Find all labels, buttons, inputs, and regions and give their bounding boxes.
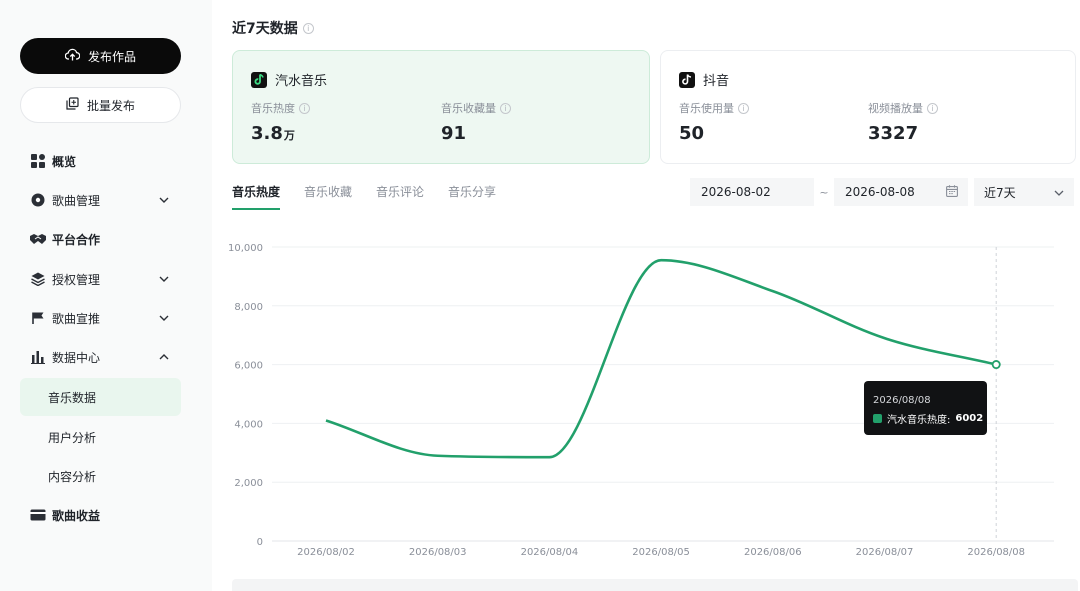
nav-overview[interactable]: 概览 — [20, 143, 181, 179]
card-title: 汽水音乐 — [275, 74, 328, 89]
metric-music-usage: 音乐使用量 i 50 — [679, 100, 749, 144]
douyin-logo-icon — [679, 71, 695, 88]
info-icon[interactable]: i — [500, 102, 511, 114]
card-header: 抖音 — [679, 70, 729, 89]
chart-tooltip: 2026/08/08 汽水音乐热度: 6002 — [864, 381, 987, 435]
cloud-upload-icon — [64, 48, 81, 64]
nav-label: 数据中心 — [52, 350, 101, 365]
nav-platform-cooperation[interactable]: 平台合作 — [20, 221, 181, 257]
end-date-text: 2026-08-08 — [845, 185, 915, 199]
subnav-user-analysis[interactable]: 用户分析 — [20, 418, 181, 456]
y-tick-label: 6,000 — [234, 361, 263, 372]
x-tick-label: 2026/08/03 — [409, 547, 467, 558]
info-icon[interactable]: i — [738, 102, 749, 114]
nav-label: 歌曲宣推 — [52, 311, 101, 326]
nav-license-management[interactable]: 授权管理 — [20, 261, 181, 297]
x-tick-label: 2026/08/06 — [744, 547, 802, 558]
nav-label: 歌曲管理 — [52, 193, 101, 208]
date-separator: ~ — [819, 185, 829, 199]
chevron-down-icon — [1054, 185, 1064, 199]
card-header: 汽水音乐 — [251, 70, 327, 89]
qishui-music-card: 汽水音乐 音乐热度 i 3.8万 音乐收藏量 i 91 — [232, 50, 650, 164]
section-title: 近7天数据 i — [232, 18, 314, 38]
metric-music-favorites: 音乐收藏量 i 91 — [441, 100, 511, 144]
date-range-picker[interactable]: 2026-08-02 ~ 2026-08-08 — [690, 178, 968, 206]
metric-unit: 万 — [283, 129, 295, 142]
tooltip-series-label: 汽水音乐热度: — [887, 415, 951, 426]
sidebar: 发布作品 批量发布 概览 歌曲管理 平台合作 授权管理 歌曲宣推 数据中心 音乐… — [0, 0, 212, 591]
x-tick-label: 2026/08/02 — [297, 547, 355, 558]
nav-song-promotion[interactable]: 歌曲宣推 — [20, 300, 181, 336]
y-tick-label: 10,000 — [228, 243, 263, 254]
x-tick-label: 2026/08/07 — [856, 547, 914, 558]
chevron-down-icon — [157, 272, 171, 286]
douyin-card: 抖音 音乐使用量 i 50 视频播放量 i 3327 — [660, 50, 1076, 164]
batch-label: 批量发布 — [86, 98, 135, 113]
publish-button[interactable]: 发布作品 — [20, 38, 181, 74]
bar-chart-icon — [30, 349, 46, 365]
x-tick-label: 2026/08/08 — [967, 547, 1025, 558]
nav-label: 概览 — [52, 154, 77, 169]
start-date-input[interactable]: 2026-08-02 — [690, 178, 814, 206]
publish-label: 发布作品 — [87, 49, 136, 64]
metric-value: 3.8 — [251, 123, 283, 144]
tab-music-favorites[interactable]: 音乐收藏 — [304, 183, 352, 210]
y-tick-label: 4,000 — [234, 419, 263, 430]
nav-song-revenue[interactable]: 歌曲收益 — [20, 497, 181, 533]
qishui-music-logo-icon — [251, 71, 267, 88]
metric-label: 音乐收藏量 — [441, 102, 496, 115]
disc-icon — [30, 192, 46, 208]
metric-label: 视频播放量 — [868, 102, 923, 115]
info-icon[interactable]: i — [299, 102, 310, 114]
period-select-value: 近7天 — [984, 185, 1016, 200]
nav-data-center[interactable]: 数据中心 — [20, 339, 181, 375]
flag-icon — [30, 310, 46, 326]
tooltip-date: 2026/08/08 — [873, 395, 931, 406]
period-select[interactable]: 近7天 — [974, 178, 1074, 206]
bottom-panel-edge — [232, 579, 1078, 591]
nav-label: 歌曲收益 — [52, 508, 101, 523]
series-swatch — [873, 414, 882, 423]
tab-music-shares[interactable]: 音乐分享 — [448, 183, 496, 210]
main-content: 近7天数据 i 汽水音乐 音乐热度 i 3.8万 音乐收藏量 i 91 抖音 音乐使… — [212, 0, 1080, 591]
tooltip-value: 6002 — [955, 413, 984, 424]
section-title-text: 近7天数据 — [232, 21, 298, 37]
chevron-down-icon — [157, 193, 171, 207]
metric-video-plays: 视频播放量 i 3327 — [868, 100, 938, 144]
x-tick-label: 2026/08/05 — [632, 547, 690, 558]
y-tick-label: 8,000 — [234, 302, 263, 313]
subnav-content-analysis[interactable]: 内容分析 — [20, 457, 181, 495]
chevron-up-icon — [157, 350, 171, 364]
handshake-icon — [30, 231, 46, 247]
metric-value: 3327 — [868, 123, 919, 144]
info-icon[interactable]: i — [302, 22, 314, 34]
batch-publish-button[interactable]: 批量发布 — [20, 87, 181, 123]
y-tick-label: 0 — [257, 537, 263, 548]
metric-value: 91 — [441, 123, 467, 144]
nav-label: 平台合作 — [52, 232, 101, 247]
chevron-down-icon — [157, 311, 171, 325]
layers-icon — [30, 271, 46, 287]
tooltip-row: 汽水音乐热度: 6002 — [873, 411, 983, 426]
copy-icon — [66, 97, 79, 113]
data-point — [991, 360, 1001, 370]
card-title: 抖音 — [703, 74, 730, 89]
grid-icon — [30, 153, 46, 169]
metric-label: 音乐使用量 — [679, 102, 734, 115]
y-tick-label: 2,000 — [234, 478, 263, 489]
nav-label: 授权管理 — [52, 272, 101, 287]
metric-music-heat: 音乐热度 i 3.8万 — [251, 100, 310, 144]
wallet-icon — [30, 507, 46, 523]
nav-song-management[interactable]: 歌曲管理 — [20, 182, 181, 218]
tab-music-comments[interactable]: 音乐评论 — [376, 183, 424, 210]
metric-value: 50 — [679, 123, 705, 144]
metric-label: 音乐热度 — [251, 102, 295, 115]
info-icon[interactable]: i — [927, 102, 938, 114]
subnav-music-data[interactable]: 音乐数据 — [20, 378, 181, 416]
end-date-input[interactable]: 2026-08-08 — [834, 178, 968, 206]
calendar-icon[interactable] — [946, 184, 958, 200]
x-tick-label: 2026/08/04 — [521, 547, 579, 558]
metric-tabs: 音乐热度 音乐收藏 音乐评论 音乐分享 — [232, 183, 496, 210]
tab-music-heat[interactable]: 音乐热度 — [232, 183, 281, 210]
